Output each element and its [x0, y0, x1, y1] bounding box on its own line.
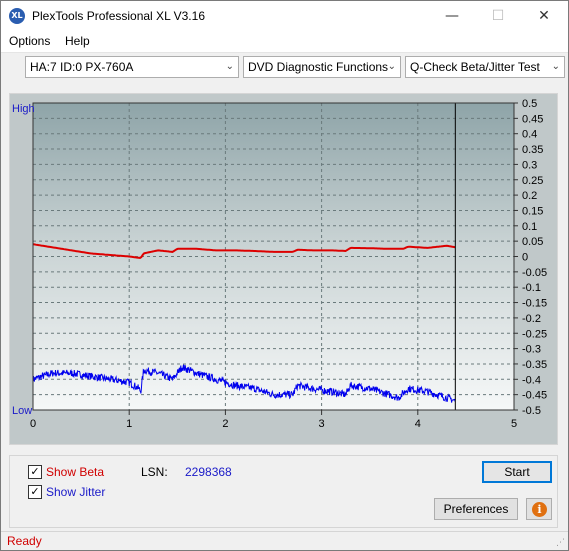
app-window: XL PlexTools Professional XL V3.16 — ☐ ✕…	[0, 0, 569, 551]
y-tick-label: 0.1	[522, 221, 537, 233]
start-button[interactable]: Start	[482, 461, 552, 483]
window-title: PlexTools Professional XL V3.16	[32, 9, 205, 23]
show-beta-label[interactable]: Show Beta	[46, 465, 104, 479]
y-tick-label: 0.05	[522, 236, 543, 248]
chevron-down-icon: ⌄	[551, 61, 560, 72]
y-tick-label: -0.15	[522, 298, 547, 310]
minimize-button[interactable]: —	[429, 1, 475, 31]
menu-options[interactable]: Options	[9, 34, 50, 48]
y-tick-label: 0.25	[522, 175, 543, 187]
x-tick-label: 4	[415, 418, 421, 430]
maximize-button[interactable]: ☐	[475, 1, 521, 31]
show-beta-checkbox[interactable]: ✓	[28, 465, 42, 479]
y-tick-label: -0.05	[522, 267, 547, 279]
test-select-value: Q-Check Beta/Jitter Test	[410, 60, 540, 74]
chevron-down-icon: ⌄	[225, 61, 234, 72]
chart-panel: 0 1 2 3 4 5 0.5 0.45 0.4 0.35 0.3 0.25 0.2 0.15 0.1 0.0…	[9, 93, 558, 445]
x-tick-label: 2	[222, 418, 228, 430]
status-bar: Ready ⋰	[1, 531, 568, 550]
lsn-label: LSN:	[141, 465, 168, 479]
x-tick-label: 3	[319, 418, 325, 430]
high-label: High	[12, 103, 35, 115]
beta-jitter-chart: 0 1 2 3 4 5 0.5 0.45 0.4 0.35 0.3 0.25 0.2 0.15 0.1 0.0…	[10, 94, 557, 444]
test-select[interactable]: Q-Check Beta/Jitter Test ⌄	[405, 56, 565, 78]
y-tick-label: -0.5	[522, 405, 541, 417]
close-button[interactable]: ✕	[521, 1, 567, 31]
function-select-value: DVD Diagnostic Functions	[248, 60, 389, 74]
y-tick-label: 0.5	[522, 98, 537, 110]
menu-divider	[1, 52, 568, 53]
y-tick-label: 0.15	[522, 205, 543, 217]
menu-help[interactable]: Help	[65, 34, 90, 48]
drive-select-value: HA:7 ID:0 PX-760A	[30, 60, 134, 74]
function-select[interactable]: DVD Diagnostic Functions ⌄	[243, 56, 401, 78]
show-jitter-label[interactable]: Show Jitter	[46, 485, 105, 499]
y-tick-label: -0.35	[522, 359, 547, 371]
control-panel: ✓ Show Beta ✓ Show Jitter LSN: 2298368 S…	[9, 455, 558, 528]
info-button[interactable]: i	[526, 498, 552, 520]
title-bar[interactable]: XL PlexTools Professional XL V3.16 — ☐ ✕	[1, 1, 568, 31]
show-jitter-checkbox[interactable]: ✓	[28, 485, 42, 499]
y-tick-label: -0.2	[522, 313, 541, 325]
y-tick-label: -0.3	[522, 344, 541, 356]
y-tick-label: -0.4	[522, 374, 541, 386]
plextools-app-icon: XL	[9, 8, 25, 24]
drive-select[interactable]: HA:7 ID:0 PX-760A ⌄	[25, 56, 239, 78]
x-tick-label: 1	[126, 418, 132, 430]
lsn-value: 2298368	[185, 465, 232, 479]
info-icon: i	[532, 502, 547, 517]
chevron-down-icon: ⌄	[387, 61, 396, 72]
y-tick-label: 0.4	[522, 129, 537, 141]
y-tick-label: -0.45	[522, 390, 547, 402]
menu-bar: Options Help	[1, 31, 568, 52]
status-text: Ready	[7, 534, 42, 548]
y-tick-label: 0.45	[522, 113, 543, 125]
resize-grip-icon[interactable]: ⋰	[556, 538, 566, 548]
low-label: Low	[12, 405, 32, 417]
y-tick-label: 0.35	[522, 144, 543, 156]
x-tick-label: 5	[511, 418, 517, 430]
y-tick-label: 0.2	[522, 190, 537, 202]
preferences-button[interactable]: Preferences	[434, 498, 518, 520]
y-tick-label: -0.1	[522, 282, 541, 294]
y-tick-label: -0.25	[522, 328, 547, 340]
y-tick-label: 0.3	[522, 159, 537, 171]
x-tick-label: 0	[30, 418, 36, 430]
y-tick-label: 0	[522, 252, 528, 264]
